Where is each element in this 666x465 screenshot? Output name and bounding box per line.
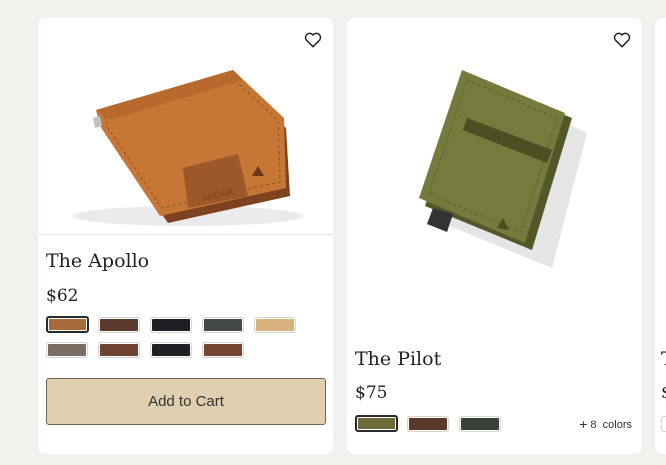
color-swatch[interactable] — [46, 316, 89, 333]
color-swatch[interactable] — [150, 342, 192, 358]
color-swatch[interactable] — [98, 317, 140, 333]
more-colors-link[interactable]: +8 colors — [579, 416, 632, 432]
product-card-peek[interactable]: T $ — [655, 18, 666, 454]
color-swatch[interactable] — [202, 317, 244, 333]
color-swatch[interactable] — [150, 317, 192, 333]
product-card-pilot[interactable]: The Pilot $75 +8 colors — [347, 18, 642, 454]
color-swatch[interactable] — [459, 416, 501, 432]
more-colors-label: colors — [602, 419, 632, 431]
product-image-apollo[interactable]: ANDAR — [38, 18, 333, 235]
product-price: $62 — [46, 286, 79, 306]
color-swatch[interactable] — [407, 416, 449, 432]
add-to-cart-button[interactable]: Add to Cart — [46, 378, 326, 425]
color-swatch[interactable] — [661, 416, 666, 432]
wallet-icon — [419, 70, 587, 268]
color-swatch[interactable] — [355, 415, 398, 432]
wallet-icon: ANDAR — [73, 70, 303, 226]
product-price: $75 — [355, 383, 388, 403]
plus-icon: + — [579, 416, 588, 432]
product-title[interactable]: The Pilot — [355, 348, 441, 370]
heart-icon[interactable] — [612, 30, 632, 50]
color-swatch[interactable] — [202, 342, 244, 358]
color-swatch[interactable] — [46, 342, 88, 358]
heart-icon[interactable] — [303, 30, 323, 50]
product-title[interactable]: The Apollo — [46, 250, 149, 272]
product-price: $ — [661, 383, 666, 403]
color-swatch[interactable] — [98, 342, 140, 358]
product-card-apollo[interactable]: ANDAR The Apollo $62 Add to Cart — [38, 18, 333, 454]
product-title[interactable]: T — [661, 348, 666, 370]
product-image-pilot[interactable] — [347, 18, 642, 338]
color-swatch[interactable] — [254, 317, 296, 333]
more-colors-count: 8 — [590, 419, 597, 431]
